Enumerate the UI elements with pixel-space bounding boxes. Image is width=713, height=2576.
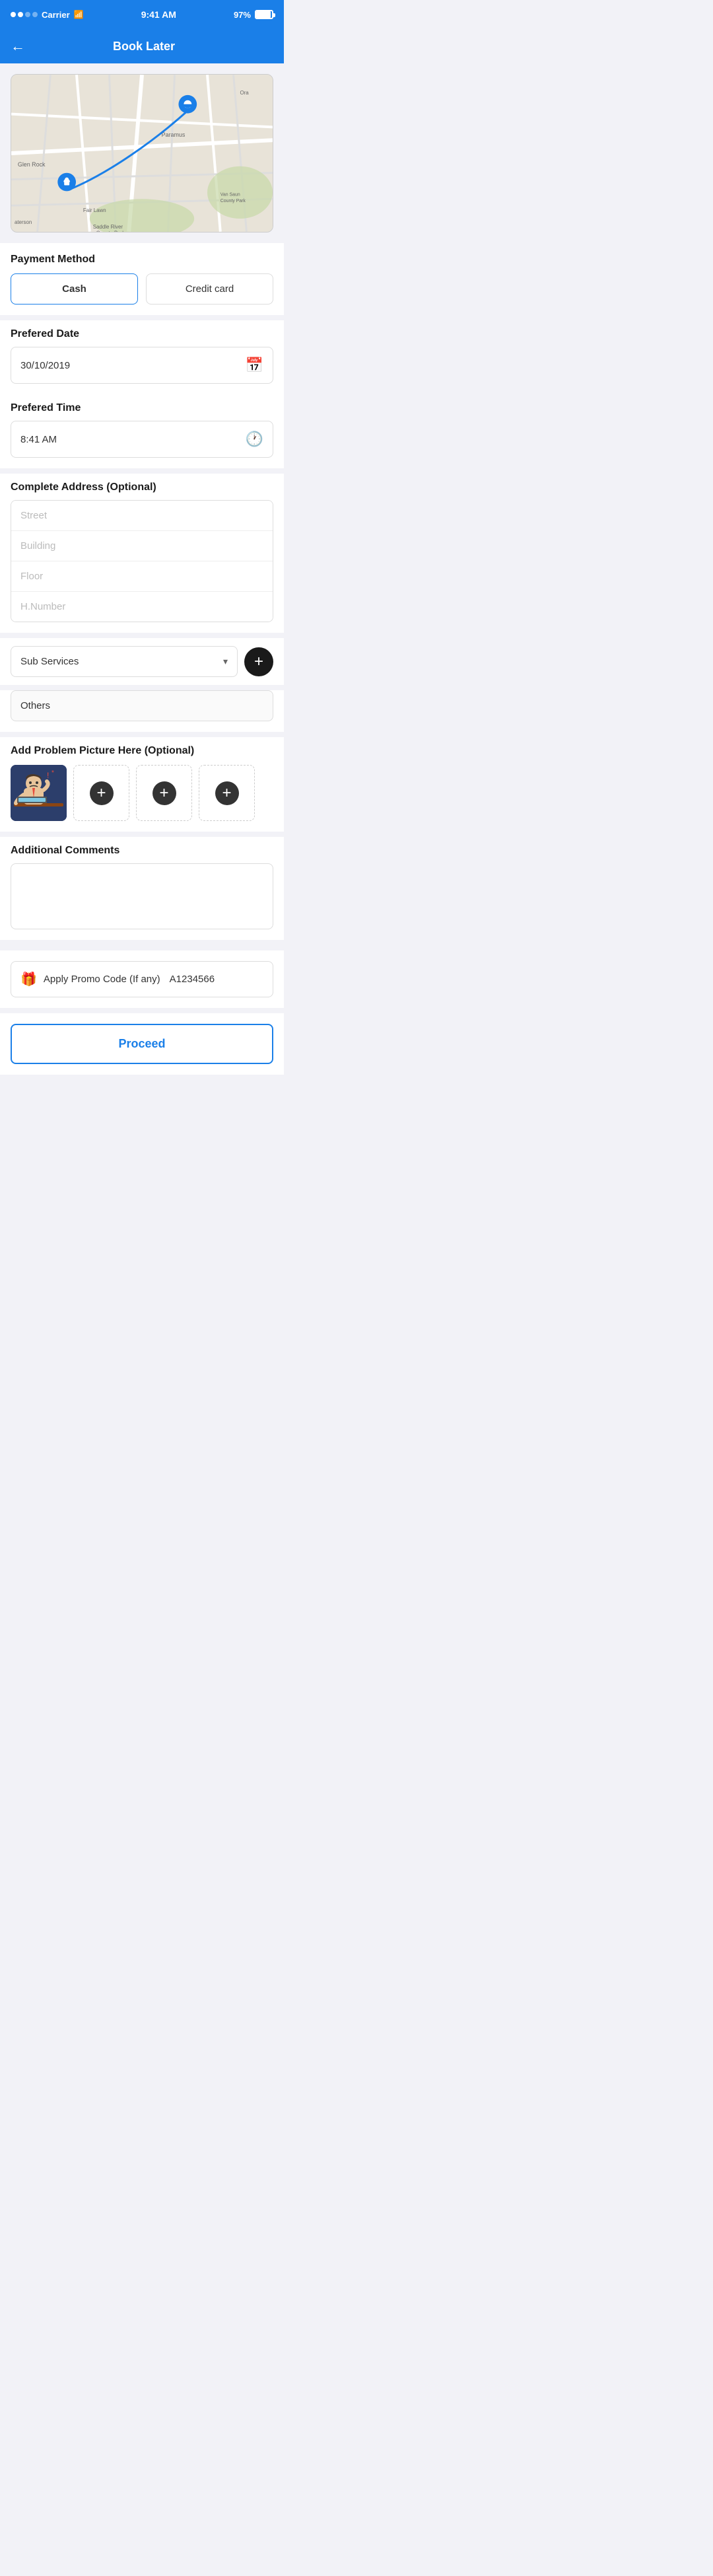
promo-label: Apply Promo Code (If any) <box>44 974 160 985</box>
payment-title: Payment Method <box>11 254 273 266</box>
add-icon-3: + <box>215 781 239 805</box>
svg-text:aterson: aterson <box>15 219 32 225</box>
svg-text:County Park: County Park <box>96 231 125 232</box>
address-box: Street Building Floor H.Number <box>11 500 273 622</box>
svg-text:Saddle River: Saddle River <box>93 224 123 230</box>
dot-3 <box>25 12 30 17</box>
sub-services-text: Sub Services <box>20 656 223 667</box>
battery-icon <box>255 10 273 19</box>
nav-bar: ← Book Later <box>0 29 284 63</box>
promo-section: 🎁 Apply Promo Code (If any) A1234566 <box>0 950 284 1008</box>
sub-services-dropdown[interactable]: Sub Services ▾ <box>11 646 238 677</box>
divider-8 <box>0 1008 284 1013</box>
battery-percent: 97% <box>234 10 251 20</box>
status-right: 97% <box>234 10 273 20</box>
promo-row[interactable]: 🎁 Apply Promo Code (If any) A1234566 <box>11 961 273 997</box>
preferred-time-section: Prefered Time 8:41 AM 🕐 <box>0 394 284 468</box>
carrier-text: Carrier <box>42 10 70 20</box>
address-section: Complete Address (Optional) Street Build… <box>0 474 284 633</box>
add-picture-1[interactable]: + <box>73 765 129 821</box>
divider-7 <box>0 940 284 945</box>
floor-input[interactable]: Floor <box>11 561 273 592</box>
address-title: Complete Address (Optional) <box>11 474 273 500</box>
add-picture-2[interactable]: + <box>136 765 192 821</box>
divider-4 <box>0 685 284 690</box>
payment-buttons: Cash Credit card <box>11 273 273 304</box>
svg-text:Fair Lawn: Fair Lawn <box>83 207 106 213</box>
preferred-date-input[interactable]: 30/10/2019 📅 <box>11 347 273 384</box>
calendar-icon: 📅 <box>246 357 263 374</box>
add-picture-3[interactable]: + <box>199 765 255 821</box>
picture-row: ! * + + + <box>11 765 273 821</box>
others-input[interactable]: Others <box>11 690 273 721</box>
clock-icon: 🕐 <box>246 431 263 448</box>
svg-text:Glen Rock: Glen Rock <box>18 161 46 168</box>
preferred-date-section: Prefered Date 30/10/2019 📅 <box>0 320 284 394</box>
proceed-section: Proceed <box>0 1013 284 1075</box>
divider-6 <box>0 832 284 837</box>
preferred-date-label: Prefered Date <box>11 320 273 347</box>
svg-text:County Park: County Park <box>221 199 246 203</box>
preferred-time-input[interactable]: 8:41 AM 🕐 <box>11 421 273 458</box>
h-number-input[interactable]: H.Number <box>11 592 273 622</box>
dot-4 <box>32 12 38 17</box>
back-button[interactable]: ← <box>11 38 25 55</box>
comments-input[interactable] <box>11 863 273 929</box>
person-illustration: ! * <box>11 765 67 821</box>
signal-dots <box>11 12 38 17</box>
svg-text:Ora: Ora <box>240 90 249 96</box>
picture-thumbnail: ! * <box>11 765 67 821</box>
status-left: Carrier 📶 <box>11 10 84 20</box>
preferred-date-value: 30/10/2019 <box>20 360 246 371</box>
battery-fill <box>256 11 271 18</box>
add-icon-2: + <box>153 781 176 805</box>
preferred-time-label: Prefered Time <box>11 394 273 421</box>
sub-services-row: Sub Services ▾ + <box>0 638 284 685</box>
picture-title: Add Problem Picture Here (Optional) <box>11 737 273 765</box>
credit-card-button[interactable]: Credit card <box>146 273 273 304</box>
map-container[interactable]: Glen Rock Paramus Fair Lawn Van Saun Cou… <box>11 74 273 233</box>
wifi-icon: 📶 <box>74 10 84 19</box>
divider-3 <box>0 633 284 638</box>
svg-text:!: ! <box>47 771 49 780</box>
dot-2 <box>18 12 23 17</box>
comments-title: Additional Comments <box>11 837 273 863</box>
svg-text:Van Saun: Van Saun <box>221 192 240 197</box>
dot-1 <box>11 12 16 17</box>
street-input[interactable]: Street <box>11 501 273 531</box>
svg-text:*: * <box>51 769 54 777</box>
preferred-time-value: 8:41 AM <box>20 434 246 445</box>
payment-section: Payment Method Cash Credit card <box>0 243 284 315</box>
picture-section: Add Problem Picture Here (Optional) <box>0 737 284 832</box>
map-svg: Glen Rock Paramus Fair Lawn Van Saun Cou… <box>11 75 273 232</box>
building-input[interactable]: Building <box>11 531 273 561</box>
svg-text:Paramus: Paramus <box>162 131 186 138</box>
divider-1 <box>0 315 284 320</box>
status-bar: Carrier 📶 9:41 AM 97% <box>0 0 284 29</box>
add-sub-service-button[interactable]: + <box>244 647 273 676</box>
others-section: Others <box>0 690 284 732</box>
page-title: Book Later <box>36 40 252 54</box>
cash-button[interactable]: Cash <box>11 273 138 304</box>
chevron-down-icon: ▾ <box>223 656 228 667</box>
status-time: 9:41 AM <box>141 9 176 20</box>
promo-value: A1234566 <box>170 974 215 985</box>
divider-5 <box>0 732 284 737</box>
divider-2 <box>0 468 284 474</box>
proceed-button[interactable]: Proceed <box>11 1024 273 1064</box>
comments-section: Additional Comments <box>0 837 284 940</box>
add-icon-1: + <box>90 781 114 805</box>
gift-icon: 🎁 <box>20 971 37 987</box>
